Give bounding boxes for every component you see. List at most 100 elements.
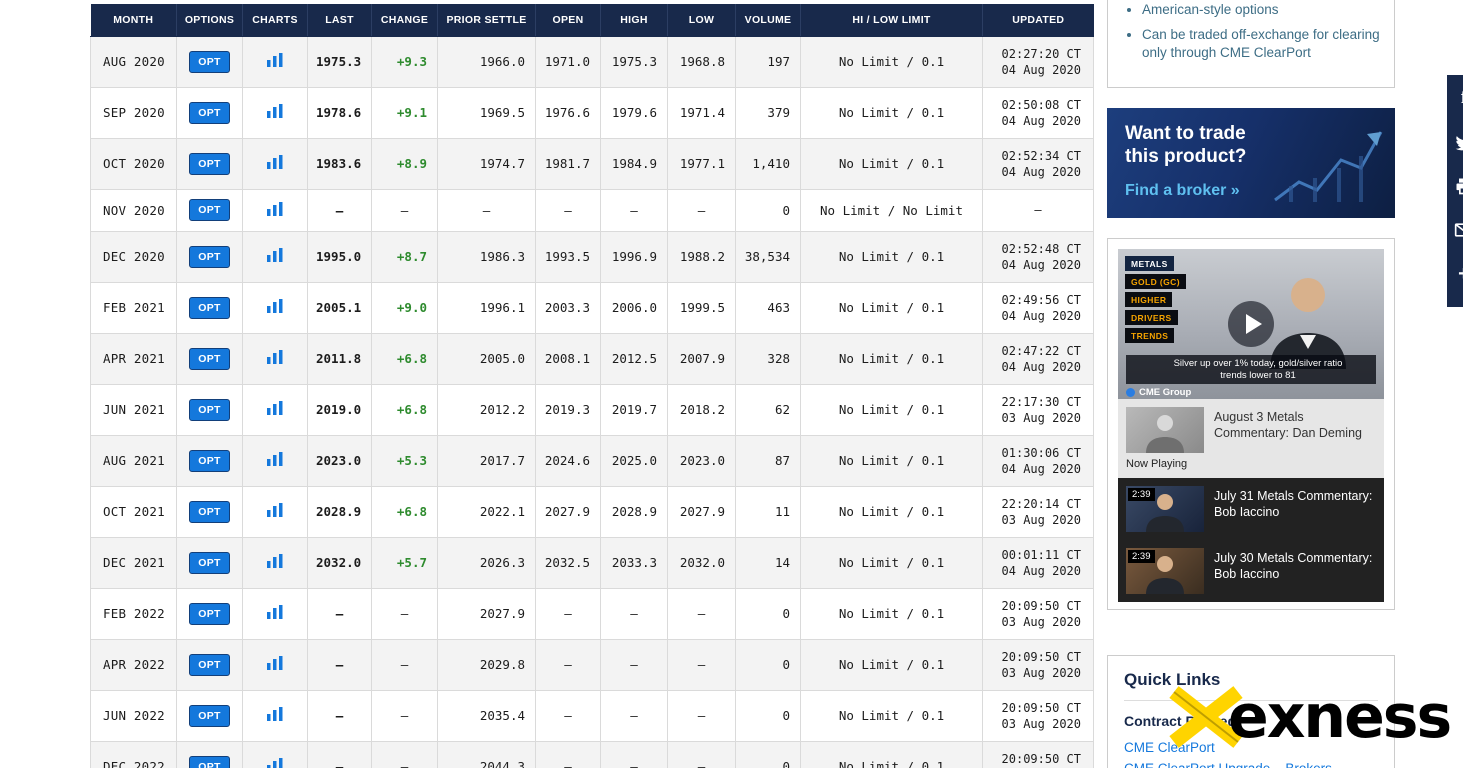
playlist-item[interactable]: 2:39 July 30 Metals Commentary: Bob Iacci… (1118, 540, 1384, 602)
column-header-last: LAST (307, 4, 372, 37)
find-broker-banner[interactable]: Want to trade this product? Find a broke… (1107, 108, 1395, 218)
column-header-month: MONTH (90, 4, 177, 37)
last-cell: 1995.0 (307, 230, 372, 283)
video-thumbnail[interactable]: 2:39 (1126, 486, 1204, 532)
charts-cell (242, 740, 308, 768)
options-cell: OPT (176, 689, 243, 742)
high-cell: – (600, 740, 668, 768)
chart-icon[interactable] (267, 758, 283, 768)
options-button[interactable]: OPT (189, 500, 230, 523)
options-button[interactable]: OPT (189, 101, 230, 124)
change-cell: – (371, 587, 438, 640)
month-cell: APR 2021 (90, 332, 177, 385)
options-button[interactable]: OPT (189, 449, 230, 472)
options-button[interactable]: OPT (189, 602, 230, 625)
chart-icon[interactable] (267, 350, 283, 364)
options-button[interactable]: OPT (189, 398, 230, 421)
low-cell: 2027.9 (667, 485, 736, 538)
twitter-icon[interactable] (1453, 131, 1463, 153)
chart-icon[interactable] (267, 452, 283, 466)
column-header-volume: VOLUME (735, 4, 801, 37)
low-cell: – (667, 638, 736, 691)
volume-cell: 328 (735, 332, 801, 385)
duration-badge: 2:39 (1128, 488, 1155, 501)
last-cell: 1983.6 (307, 137, 372, 190)
playlist-item[interactable]: 2:39 July 31 Metals Commentary: Bob Iacci… (1118, 478, 1384, 540)
volume-cell: 1,410 (735, 137, 801, 190)
table-row: DEC 2020 OPT 1995.0 +8.7 1986.3 1993.5 1996.9 1… (90, 230, 1094, 283)
video-thumbnail[interactable] (1126, 407, 1204, 453)
chart-icon[interactable] (267, 503, 283, 517)
charts-cell (242, 383, 308, 436)
chart-icon[interactable] (267, 53, 283, 67)
chart-icon[interactable] (267, 104, 283, 118)
change-cell: +5.7 (371, 536, 438, 589)
play-button[interactable] (1228, 301, 1274, 347)
options-button[interactable]: OPT (189, 152, 230, 175)
table-row: NOV 2020 OPT – – – – – –0 No Limit / No Limit – (90, 188, 1094, 232)
last-cell: – (307, 638, 372, 691)
chart-icon[interactable] (267, 248, 283, 262)
open-cell: 1976.6 (535, 86, 601, 139)
low-cell: 2023.0 (667, 434, 736, 487)
find-broker-link[interactable]: Find a broker » (1125, 182, 1246, 200)
cme-globe-icon (1126, 388, 1135, 397)
playlist-item[interactable]: Now Playing August 3 Metals Commentary: D… (1118, 399, 1384, 478)
charts-cell (242, 281, 308, 334)
table-row: APR 2021 OPT 2011.8 +6.8 2005.0 2008.1 2012.5 2… (90, 332, 1094, 385)
updated-cell: 02:52:34 CT 04 Aug 2020 (982, 137, 1094, 190)
hi-low-limit-cell: No Limit / 0.1 (800, 137, 983, 190)
options-button[interactable]: OPT (189, 755, 230, 768)
volume-cell: 62 (735, 383, 801, 436)
options-button[interactable]: OPT (189, 245, 230, 268)
month-cell: FEB 2022 (90, 587, 177, 640)
email-icon[interactable] (1453, 219, 1463, 241)
last-cell: 1978.6 (307, 86, 372, 139)
month-cell: APR 2022 (90, 638, 177, 691)
options-button[interactable]: OPT (189, 50, 230, 73)
chart-icon[interactable] (267, 401, 283, 415)
month-cell: OCT 2020 (90, 137, 177, 190)
options-button[interactable]: OPT (189, 704, 230, 727)
chart-icon[interactable] (267, 656, 283, 670)
low-cell: 1968.8 (667, 35, 736, 88)
options-button[interactable]: OPT (189, 551, 230, 574)
chart-icon[interactable] (267, 707, 283, 721)
updated-cell: – (982, 188, 1094, 232)
volume-cell: 11 (735, 485, 801, 538)
charts-cell (242, 587, 308, 640)
chart-icon[interactable] (267, 299, 283, 313)
quick-link-cme-clearport-upgrade-brokers[interactable]: CME ClearPort Upgrade – Brokers (1124, 758, 1378, 768)
options-cell: OPT (176, 332, 243, 385)
charts-cell (242, 689, 308, 742)
video-thumbnail[interactable]: 2:39 (1126, 548, 1204, 594)
facebook-icon[interactable]: f (1453, 87, 1463, 109)
chart-icon[interactable] (267, 605, 283, 619)
options-button[interactable]: OPT (189, 347, 230, 370)
volume-cell: 0 (735, 188, 801, 232)
hi-low-limit-cell: No Limit / 0.1 (800, 332, 983, 385)
chart-icon[interactable] (267, 201, 283, 216)
hi-low-limit-cell: No Limit / 0.1 (800, 638, 983, 691)
options-cell: OPT (176, 434, 243, 487)
options-button[interactable]: OPT (189, 199, 230, 221)
high-cell: 2012.5 (600, 332, 668, 385)
volume-cell: 0 (735, 638, 801, 691)
options-button[interactable]: OPT (189, 653, 230, 676)
last-cell: 2023.0 (307, 434, 372, 487)
print-icon[interactable] (1453, 175, 1463, 197)
share-plus-icon[interactable]: + (1453, 263, 1463, 285)
month-cell: DEC 2020 (90, 230, 177, 283)
table-row: JUN 2021 OPT 2019.0 +6.8 2012.2 2019.3 2019.7 2… (90, 383, 1094, 436)
updated-cell: 20:09:50 CT03 Aug 2020 (982, 740, 1094, 768)
low-cell: 1988.2 (667, 230, 736, 283)
video-overlay-label: TRENDS (1125, 328, 1175, 343)
chart-icon[interactable] (267, 155, 283, 169)
column-header-low: LOW (667, 4, 736, 37)
chart-icon[interactable] (267, 554, 283, 568)
charts-cell (242, 485, 308, 538)
options-button[interactable]: OPT (189, 296, 230, 319)
video-player[interactable]: METALS GOLD (GC) HIGHER DRIVERS TRENDS Silve… (1118, 249, 1384, 399)
high-cell: – (600, 689, 668, 742)
low-cell: 2007.9 (667, 332, 736, 385)
